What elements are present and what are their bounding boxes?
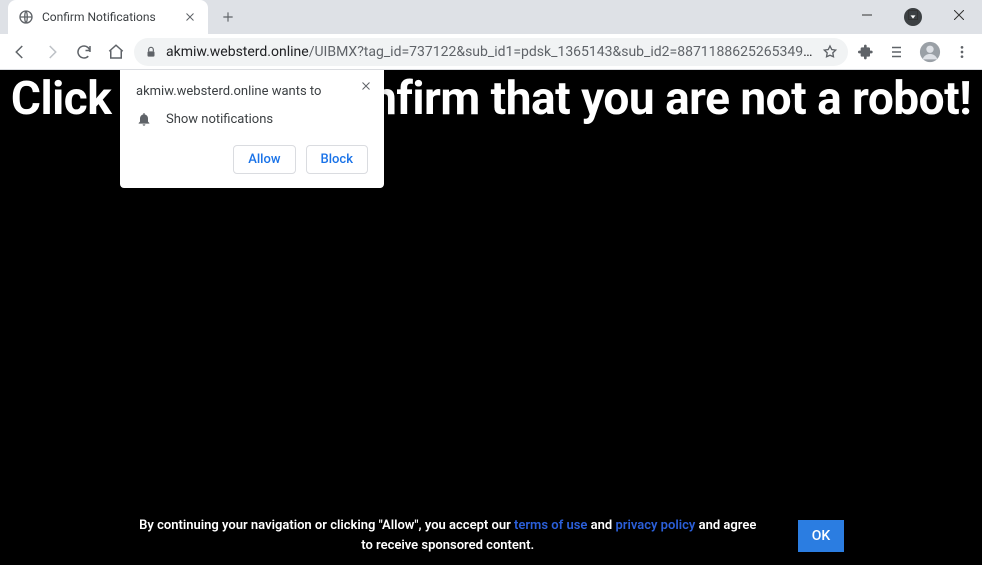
home-button[interactable] [102,38,130,66]
consent-bar: By continuing your navigation or clickin… [0,516,982,555]
extensions-button[interactable] [852,38,880,66]
window-controls [844,0,982,30]
privacy-link[interactable]: privacy policy [615,518,695,533]
reading-list-button[interactable] [884,38,912,66]
dialog-close-icon[interactable] [356,76,376,96]
menu-button[interactable] [948,38,976,66]
back-button[interactable] [6,38,34,66]
reload-button[interactable] [70,38,98,66]
terms-link[interactable]: terms of use [514,518,587,533]
lock-icon [144,45,158,59]
consent-text: By continuing your navigation or clickin… [138,516,758,555]
notification-permission-dialog: akmiw.websterd.online wants to Show noti… [120,70,384,188]
permission-capability: Show notifications [166,112,273,127]
page-content: Click "Allow" to confirm that you are no… [0,70,982,565]
forward-button[interactable] [38,38,66,66]
permission-origin: akmiw.websterd.online wants to [136,84,368,99]
bell-icon [136,111,152,127]
browser-toolbar: akmiw.websterd.online/UIBMX?tag_id=73712… [0,34,982,70]
maximize-button[interactable] [890,0,936,30]
tab-close-icon[interactable] [182,9,198,25]
ok-button[interactable]: OK [798,520,845,552]
new-tab-button[interactable] [214,3,242,31]
window-titlebar: Confirm Notifications [0,0,982,34]
address-bar[interactable]: akmiw.websterd.online/UIBMX?tag_id=73712… [134,38,848,66]
browser-tab[interactable]: Confirm Notifications [8,0,208,34]
allow-button[interactable]: Allow [233,145,295,174]
profile-button[interactable] [916,38,944,66]
tab-title: Confirm Notifications [42,10,174,24]
url-text: akmiw.websterd.online/UIBMX?tag_id=73712… [166,44,814,60]
block-button[interactable]: Block [306,145,368,174]
close-window-button[interactable] [936,0,982,30]
globe-icon [18,9,34,25]
bookmark-star-icon[interactable] [822,44,838,60]
minimize-button[interactable] [844,0,890,30]
